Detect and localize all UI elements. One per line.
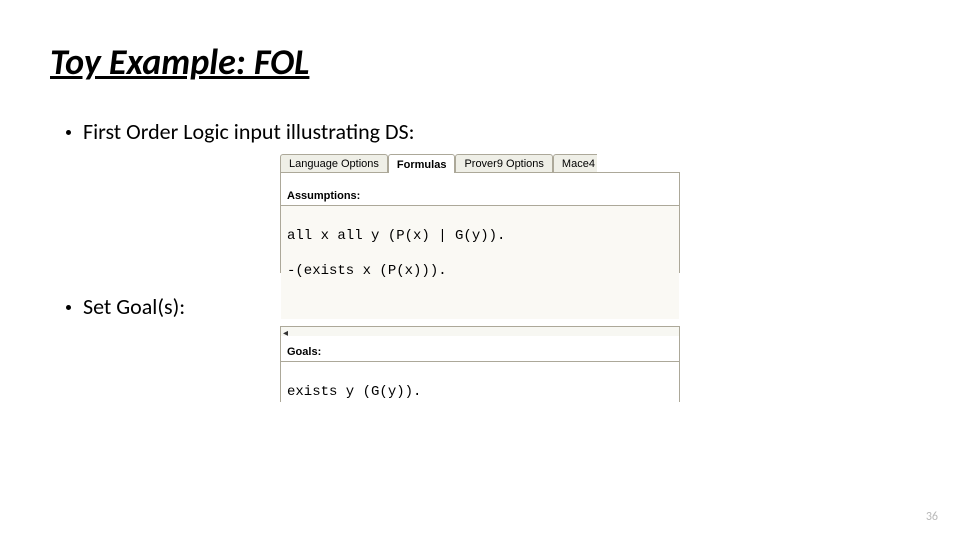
- goals-label: Goals:: [287, 346, 321, 358]
- slide-content: Toy Example: FOL First Order Logic input…: [0, 0, 960, 442]
- assumptions-body: Assumptions: all x all y (P(x) | G(y)). …: [280, 173, 680, 273]
- code-line: exists y (G(y)).: [287, 384, 673, 402]
- assumptions-panel: Language Options Formulas Prover9 Option…: [280, 151, 680, 273]
- code-line: -(exists x (P(x))).: [287, 263, 673, 281]
- code-line: all x all y (P(x) | G(y)).: [287, 228, 673, 246]
- goals-code[interactable]: exists y (G(y)).: [281, 361, 679, 440]
- tab-formulas[interactable]: Formulas: [388, 154, 456, 173]
- bullet-2-text: Set Goal(s):: [83, 293, 185, 320]
- goals-panel: ◂ Goals: exists y (G(y)).: [280, 326, 680, 402]
- tab-bar: Language Options Formulas Prover9 Option…: [280, 151, 680, 173]
- slide-title: Toy Example: FOL: [50, 40, 910, 84]
- page-number: 36: [926, 510, 938, 524]
- tab-prover9-options[interactable]: Prover9 Options: [455, 154, 552, 172]
- tab-mace4-options[interactable]: Mace4 O: [553, 154, 597, 172]
- bullet-dot: [66, 305, 71, 310]
- goals-scroll-strip: ◂: [280, 326, 680, 336]
- assumptions-label: Assumptions:: [287, 190, 360, 202]
- assumptions-code[interactable]: all x all y (P(x) | G(y)). -(exists x (P…: [281, 205, 679, 319]
- bullet-dot: [66, 130, 71, 135]
- bullet-1-text: First Order Logic input illustrating DS:: [83, 118, 415, 145]
- bullet-1: First Order Logic input illustrating DS:: [50, 118, 910, 145]
- tab-language-options[interactable]: Language Options: [280, 154, 388, 172]
- goals-body: Goals: exists y (G(y)).: [280, 336, 680, 402]
